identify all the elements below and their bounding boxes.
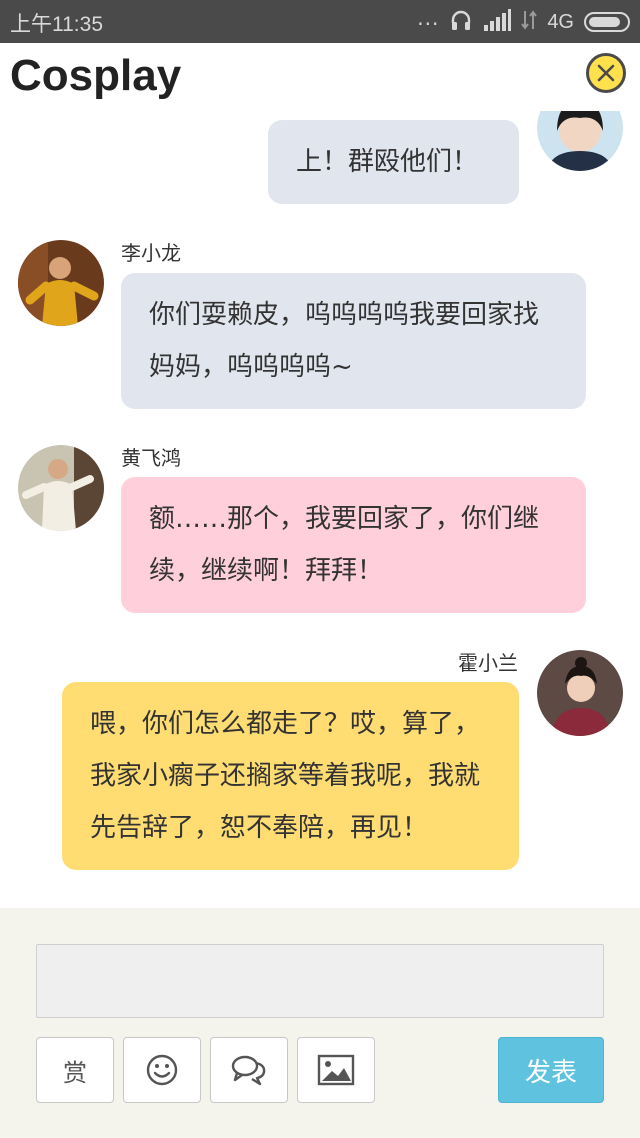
avatar[interactable] <box>537 111 623 171</box>
send-label: 发表 <box>524 1057 577 1088</box>
battery-icon <box>584 12 630 32</box>
status-bar: 上午11:35 ... 4G <box>0 0 640 43</box>
message-input[interactable] <box>36 944 604 1018</box>
header: Cosplay <box>0 43 640 111</box>
signal-icon <box>483 9 512 35</box>
status-icons: ... 4G <box>417 6 630 36</box>
smiley-icon <box>146 1054 178 1086</box>
close-button[interactable] <box>586 53 626 93</box>
chat-bubble: 你们耍赖皮，呜呜呜呜我要回家找妈妈，呜呜呜呜~ <box>121 273 586 409</box>
no-signal-icon <box>521 9 538 35</box>
status-time: 上午11:35 <box>10 13 103 36</box>
sender-name: 李小龙 <box>121 241 181 265</box>
chat-bubbles-icon <box>231 1055 266 1086</box>
more-dots: ... <box>417 6 440 30</box>
avatar[interactable] <box>18 445 104 531</box>
chat-bubble: 上！群殴他们！ <box>268 120 519 204</box>
image-button[interactable] <box>297 1037 375 1103</box>
sender-name: 霍小兰 <box>458 651 518 675</box>
chat-bubble: 喂，你们怎么都走了？哎，算了，我家小瘸子还搁家等着我呢，我就先告辞了，恕不奉陪，… <box>62 682 519 870</box>
close-icon <box>597 64 615 82</box>
reward-label: 赏 <box>63 1058 87 1087</box>
chat-bubble: 额……那个，我要回家了，你们继续，继续啊！拜拜！ <box>121 477 586 613</box>
image-icon <box>317 1054 355 1086</box>
composer: 赏 发表 <box>0 908 640 1138</box>
headphones-icon <box>449 8 473 36</box>
network-type: 4G <box>547 10 574 33</box>
reward-button[interactable]: 赏 <box>36 1037 114 1103</box>
avatar[interactable] <box>537 650 623 736</box>
chat-area[interactable]: 上！群殴他们！ 李小龙 你们耍赖皮，呜呜呜呜我要回家找妈妈，呜呜呜呜~ 黄飞鸿 … <box>0 111 640 908</box>
sender-name: 黄飞鸿 <box>121 446 181 470</box>
send-button[interactable]: 发表 <box>498 1037 604 1103</box>
avatar[interactable] <box>18 240 104 326</box>
emoji-button[interactable] <box>123 1037 201 1103</box>
page-title: Cosplay <box>10 51 182 100</box>
battery-fill <box>589 17 620 27</box>
chat-button[interactable] <box>210 1037 288 1103</box>
